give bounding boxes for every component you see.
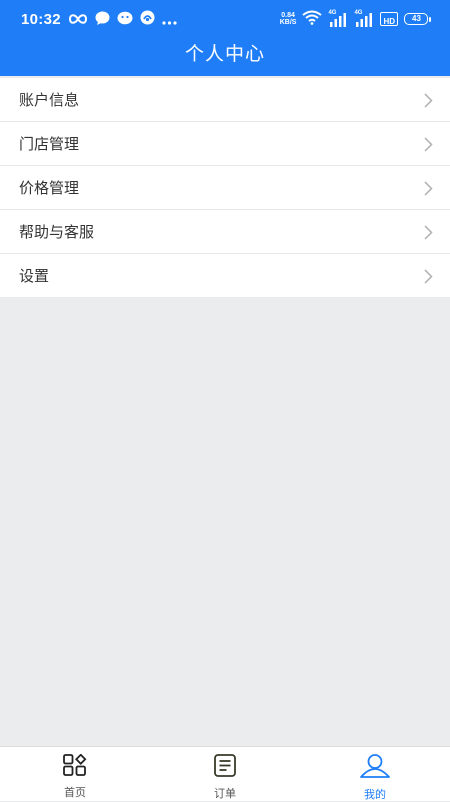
- menu-list: 账户信息 门店管理 价格管理 帮助与客服 设置: [0, 78, 450, 297]
- net-speed-unit: KB/S: [279, 19, 297, 26]
- tab-label: 首页: [64, 786, 86, 799]
- tab-label: 订单: [214, 787, 236, 800]
- app-icon: [140, 10, 155, 29]
- status-right: 0.84 KB/S 4G 4G HD 43: [280, 9, 431, 29]
- chevron-right-icon: [424, 269, 433, 288]
- chevron-right-icon: [424, 137, 433, 156]
- tab-home[interactable]: 首页: [0, 747, 150, 801]
- chevron-right-icon: [424, 93, 433, 112]
- home-grid-icon: [63, 753, 87, 780]
- signal-icon: 4G: [328, 10, 348, 27]
- tab-mine[interactable]: 我的: [300, 747, 450, 801]
- chevron-right-icon: [424, 225, 433, 244]
- menu-item-store-management[interactable]: 门店管理: [0, 122, 450, 166]
- menu-item-label: 设置: [19, 267, 50, 285]
- menu-item-label: 门店管理: [19, 135, 80, 153]
- wifi-icon: [302, 10, 323, 29]
- menu-item-account-info[interactable]: 账户信息: [0, 78, 450, 122]
- page-title: 个人中心: [184, 43, 265, 65]
- menu-item-help-support[interactable]: 帮助与客服: [0, 210, 450, 254]
- net-speed-value: 0.84: [281, 12, 295, 19]
- order-list-icon: [214, 754, 236, 781]
- menu-item-price-management[interactable]: 价格管理: [0, 166, 450, 210]
- header: 个人中心: [0, 36, 450, 76]
- wechat-icon: [117, 10, 133, 29]
- hd-label: HD: [383, 17, 395, 26]
- more-dots-icon: [162, 10, 177, 29]
- bottom-tab-bar: 首页 订单 我的: [0, 746, 450, 801]
- menu-item-label: 帮助与客服: [19, 223, 95, 241]
- chevron-right-icon: [424, 181, 433, 200]
- menu-item-label: 价格管理: [19, 179, 80, 197]
- net-speed: 0.84 KB/S: [280, 12, 297, 26]
- battery-icon: 43: [404, 13, 431, 25]
- battery-level: 43: [412, 14, 421, 23]
- status-time: 10:32: [21, 10, 61, 28]
- hd-icon: HD: [380, 12, 398, 26]
- status-left: 10:32: [21, 9, 177, 29]
- status-bar: 10:32 0.84 KB/S 4G 4G HD 43: [0, 0, 450, 36]
- chat-bubble-icon: [95, 10, 110, 29]
- user-profile-icon: [359, 754, 391, 782]
- infinity-icon: [68, 10, 88, 29]
- menu-item-settings[interactable]: 设置: [0, 254, 450, 297]
- tab-orders[interactable]: 订单: [150, 747, 300, 801]
- signal-icon: 4G: [354, 10, 374, 27]
- menu-item-label: 账户信息: [19, 91, 80, 109]
